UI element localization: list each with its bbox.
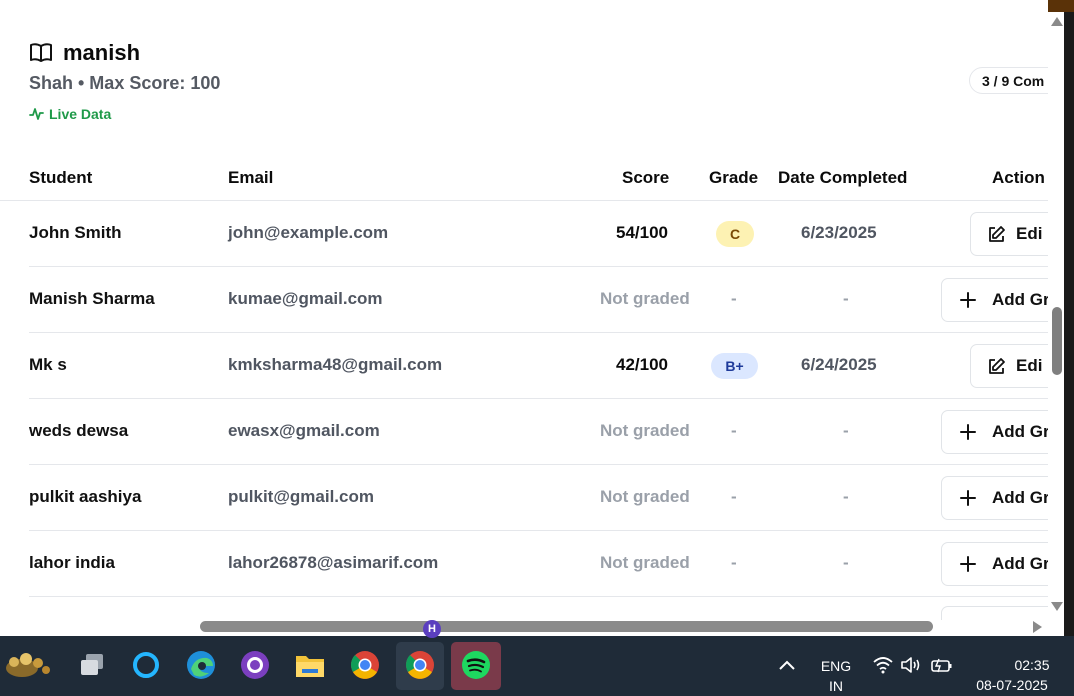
date-empty: - <box>843 553 849 572</box>
language-top[interactable]: ENG <box>816 658 856 674</box>
next-row-button-partial[interactable] <box>941 606 1048 620</box>
edit-grade-button[interactable]: Edi <box>970 212 1048 256</box>
student-email: kmksharma48@gmail.com <box>228 355 443 374</box>
column-date-completed: Date Completed <box>778 168 908 187</box>
column-action: Action <box>992 168 1045 187</box>
chrome-icon[interactable] <box>348 648 382 682</box>
profile-badge-letter: H <box>428 623 436 635</box>
score: Not graded <box>600 553 690 572</box>
table-row: weds dewsa ewasx@gmail.com Not graded - … <box>29 399 1048 465</box>
book-icon <box>30 43 52 62</box>
clock-time[interactable]: 02:35 <box>1000 657 1064 673</box>
cortana-icon[interactable] <box>129 648 163 682</box>
task-view-icon[interactable] <box>75 648 109 682</box>
page-viewport: manish Shah • Max Score: 100 Live Data 3… <box>0 0 1048 620</box>
score: 42/100 <box>616 355 668 374</box>
grade-empty: - <box>731 421 737 440</box>
edit-grade-button[interactable]: Edi <box>970 344 1048 388</box>
battery-icon[interactable] <box>925 648 959 682</box>
edit-icon <box>989 225 1005 242</box>
score: Not graded <box>600 421 690 440</box>
score: Not graded <box>600 289 690 308</box>
student-email: kumae@gmail.com <box>228 289 383 308</box>
grade-empty: - <box>731 487 737 506</box>
add-grade-label: Add Gr <box>992 488 1048 507</box>
plus-icon <box>960 292 976 308</box>
student-name: Mk s <box>29 355 67 374</box>
add-grade-button[interactable]: Add Gr <box>941 542 1048 586</box>
window-edge <box>1064 12 1074 636</box>
scroll-up-arrow-icon[interactable] <box>1051 17 1063 26</box>
widgets-icon[interactable] <box>2 648 56 682</box>
windows-taskbar: H ENG IN 02:35 08-07-2025 <box>0 620 1074 696</box>
grade-badge: B+ <box>711 353 758 379</box>
live-data-label: Live Data <box>49 106 112 122</box>
add-grade-label: Add Gr <box>992 290 1048 309</box>
horizontal-scrollbar-thumb[interactable] <box>200 621 933 632</box>
grade-value: B+ <box>711 353 758 379</box>
live-data-indicator: Live Data <box>29 106 111 122</box>
student-name: weds dewsa <box>29 421 129 440</box>
edit-icon <box>989 357 1005 374</box>
chrome-profile-icon[interactable] <box>403 648 437 682</box>
add-grade-button[interactable]: Add Gr <box>941 278 1048 322</box>
student-name: pulkit aashiya <box>29 487 142 506</box>
assignment-title: manish <box>63 40 141 65</box>
date-empty: - <box>843 289 849 308</box>
date-completed: 6/24/2025 <box>801 355 877 374</box>
profile-badge: H <box>423 620 441 638</box>
table-row: pulkit aashiya pulkit@gmail.com Not grad… <box>29 465 1048 531</box>
grade-empty: - <box>731 553 737 572</box>
student-email: pulkit@gmail.com <box>228 487 374 506</box>
completion-badge: 3 / 9 Com <box>969 67 1048 94</box>
score: Not graded <box>600 487 690 506</box>
edit-label: Edi <box>1016 224 1043 243</box>
vertical-scrollbar-thumb[interactable] <box>1052 307 1062 375</box>
grade-empty: - <box>731 289 737 308</box>
plus-icon <box>960 424 976 440</box>
student-email: ewasx@gmail.com <box>228 421 380 440</box>
grade-value: C <box>716 221 754 247</box>
student-name: lahor india <box>29 553 115 572</box>
add-grade-button[interactable]: Add Gr <box>941 476 1048 520</box>
assignment-subtitle: Shah • Max Score: 100 <box>29 73 221 93</box>
student-name: Manish Sharma <box>29 289 155 308</box>
table-header: Student Email Score Grade Date Completed… <box>0 168 1048 201</box>
score: 54/100 <box>616 223 668 242</box>
table-row: Mk s kmksharma48@gmail.com 42/100 B+ 6/2… <box>29 333 1048 399</box>
github-icon[interactable] <box>238 648 272 682</box>
scroll-down-arrow-icon[interactable] <box>1051 602 1063 611</box>
table-row: Manish Sharma kumae@gmail.com Not graded… <box>29 267 1048 333</box>
column-email: Email <box>228 168 274 187</box>
column-score: Score <box>622 168 670 187</box>
volume-icon[interactable] <box>894 648 928 682</box>
edge-icon[interactable] <box>184 648 218 682</box>
file-explorer-icon[interactable] <box>293 648 327 682</box>
column-student: Student <box>29 168 93 187</box>
student-email: john@example.com <box>228 223 389 242</box>
assignment-header: manish <box>29 40 140 66</box>
plus-icon <box>960 556 976 572</box>
table-row: John Smith john@example.com 54/100 C 6/2… <box>29 201 1048 267</box>
plus-icon <box>960 490 976 506</box>
grade-badge: C <box>716 221 754 247</box>
student-email: lahor26878@asimarif.com <box>228 553 439 572</box>
add-grade-label: Add Gr <box>992 554 1048 573</box>
table-row: lahor india lahor26878@asimarif.com Not … <box>29 531 1048 597</box>
date-completed: 6/23/2025 <box>801 223 877 242</box>
clock-date[interactable]: 08-07-2025 <box>972 677 1052 693</box>
edit-label: Edi <box>1016 356 1043 375</box>
student-name: John Smith <box>29 223 122 242</box>
add-grade-label: Add Gr <box>992 422 1048 441</box>
date-empty: - <box>843 487 849 506</box>
scroll-right-arrow-icon[interactable] <box>1033 621 1042 633</box>
column-grade: Grade <box>709 168 759 187</box>
chevron-up-icon[interactable] <box>770 648 804 682</box>
add-grade-button[interactable]: Add Gr <box>941 410 1048 454</box>
activity-icon <box>29 108 44 120</box>
date-empty: - <box>843 421 849 440</box>
spotify-icon[interactable] <box>459 648 493 682</box>
language-bottom[interactable]: IN <box>816 678 856 694</box>
